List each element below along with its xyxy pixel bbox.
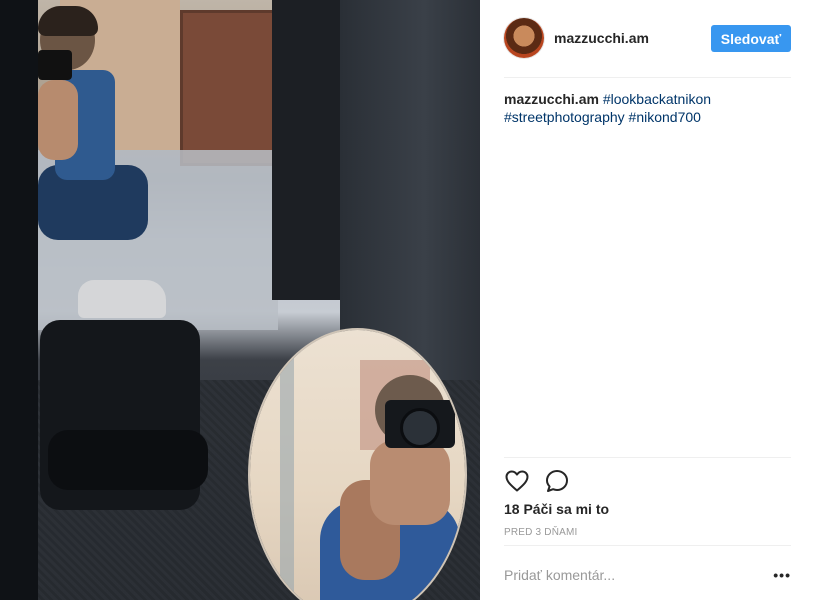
mirror-stripe [280, 330, 294, 600]
post-photo[interactable] [0, 0, 480, 600]
caption-username[interactable]: mazzucchi.am [504, 91, 599, 107]
photo-round-mirror [250, 330, 465, 600]
photo-window-frame [0, 0, 38, 600]
likes-count[interactable]: 18 Páči sa mi to [504, 501, 609, 517]
photo-person-hair [38, 6, 98, 36]
heart-icon[interactable] [504, 468, 530, 494]
mirror-person-hands [370, 440, 450, 525]
comment-icon[interactable] [544, 468, 570, 494]
photo-dark-reflection [340, 0, 480, 380]
photo-person-camera [38, 50, 72, 80]
action-bar [504, 468, 584, 494]
comment-input[interactable]: Pridať komentár... [504, 567, 615, 583]
hashtag-link[interactable]: #streetphotography [504, 109, 625, 125]
photo-door [180, 10, 286, 166]
header-divider [504, 77, 791, 78]
post-container: mazzucchi.am Sledovať mazzucchi.am #look… [0, 0, 815, 600]
mirror-camera-lens [400, 408, 440, 448]
post-caption: mazzucchi.am #lookbackatnikon #streetpho… [504, 90, 791, 126]
photo-person-arm [38, 80, 78, 160]
follow-button[interactable]: Sledovať [711, 25, 791, 52]
actions-divider [504, 457, 791, 458]
photo-shoe [78, 280, 166, 318]
hashtag-link[interactable]: #nikond700 [629, 109, 701, 125]
photo-dark-post [272, 0, 342, 300]
comment-row: Pridať komentár... ••• [504, 555, 791, 595]
more-options-icon[interactable]: ••• [773, 567, 791, 583]
post-timestamp[interactable]: PRED 3 DŇAMI [504, 527, 578, 538]
post-header: mazzucchi.am Sledovať [504, 18, 791, 58]
photo-reflection-shoe [48, 430, 208, 490]
post-side-panel: mazzucchi.am Sledovať mazzucchi.am #look… [480, 0, 815, 600]
hashtag-link[interactable]: #lookbackatnikon [603, 91, 711, 107]
username-link[interactable]: mazzucchi.am [554, 30, 649, 46]
comment-divider [504, 545, 791, 546]
avatar[interactable] [504, 18, 544, 58]
